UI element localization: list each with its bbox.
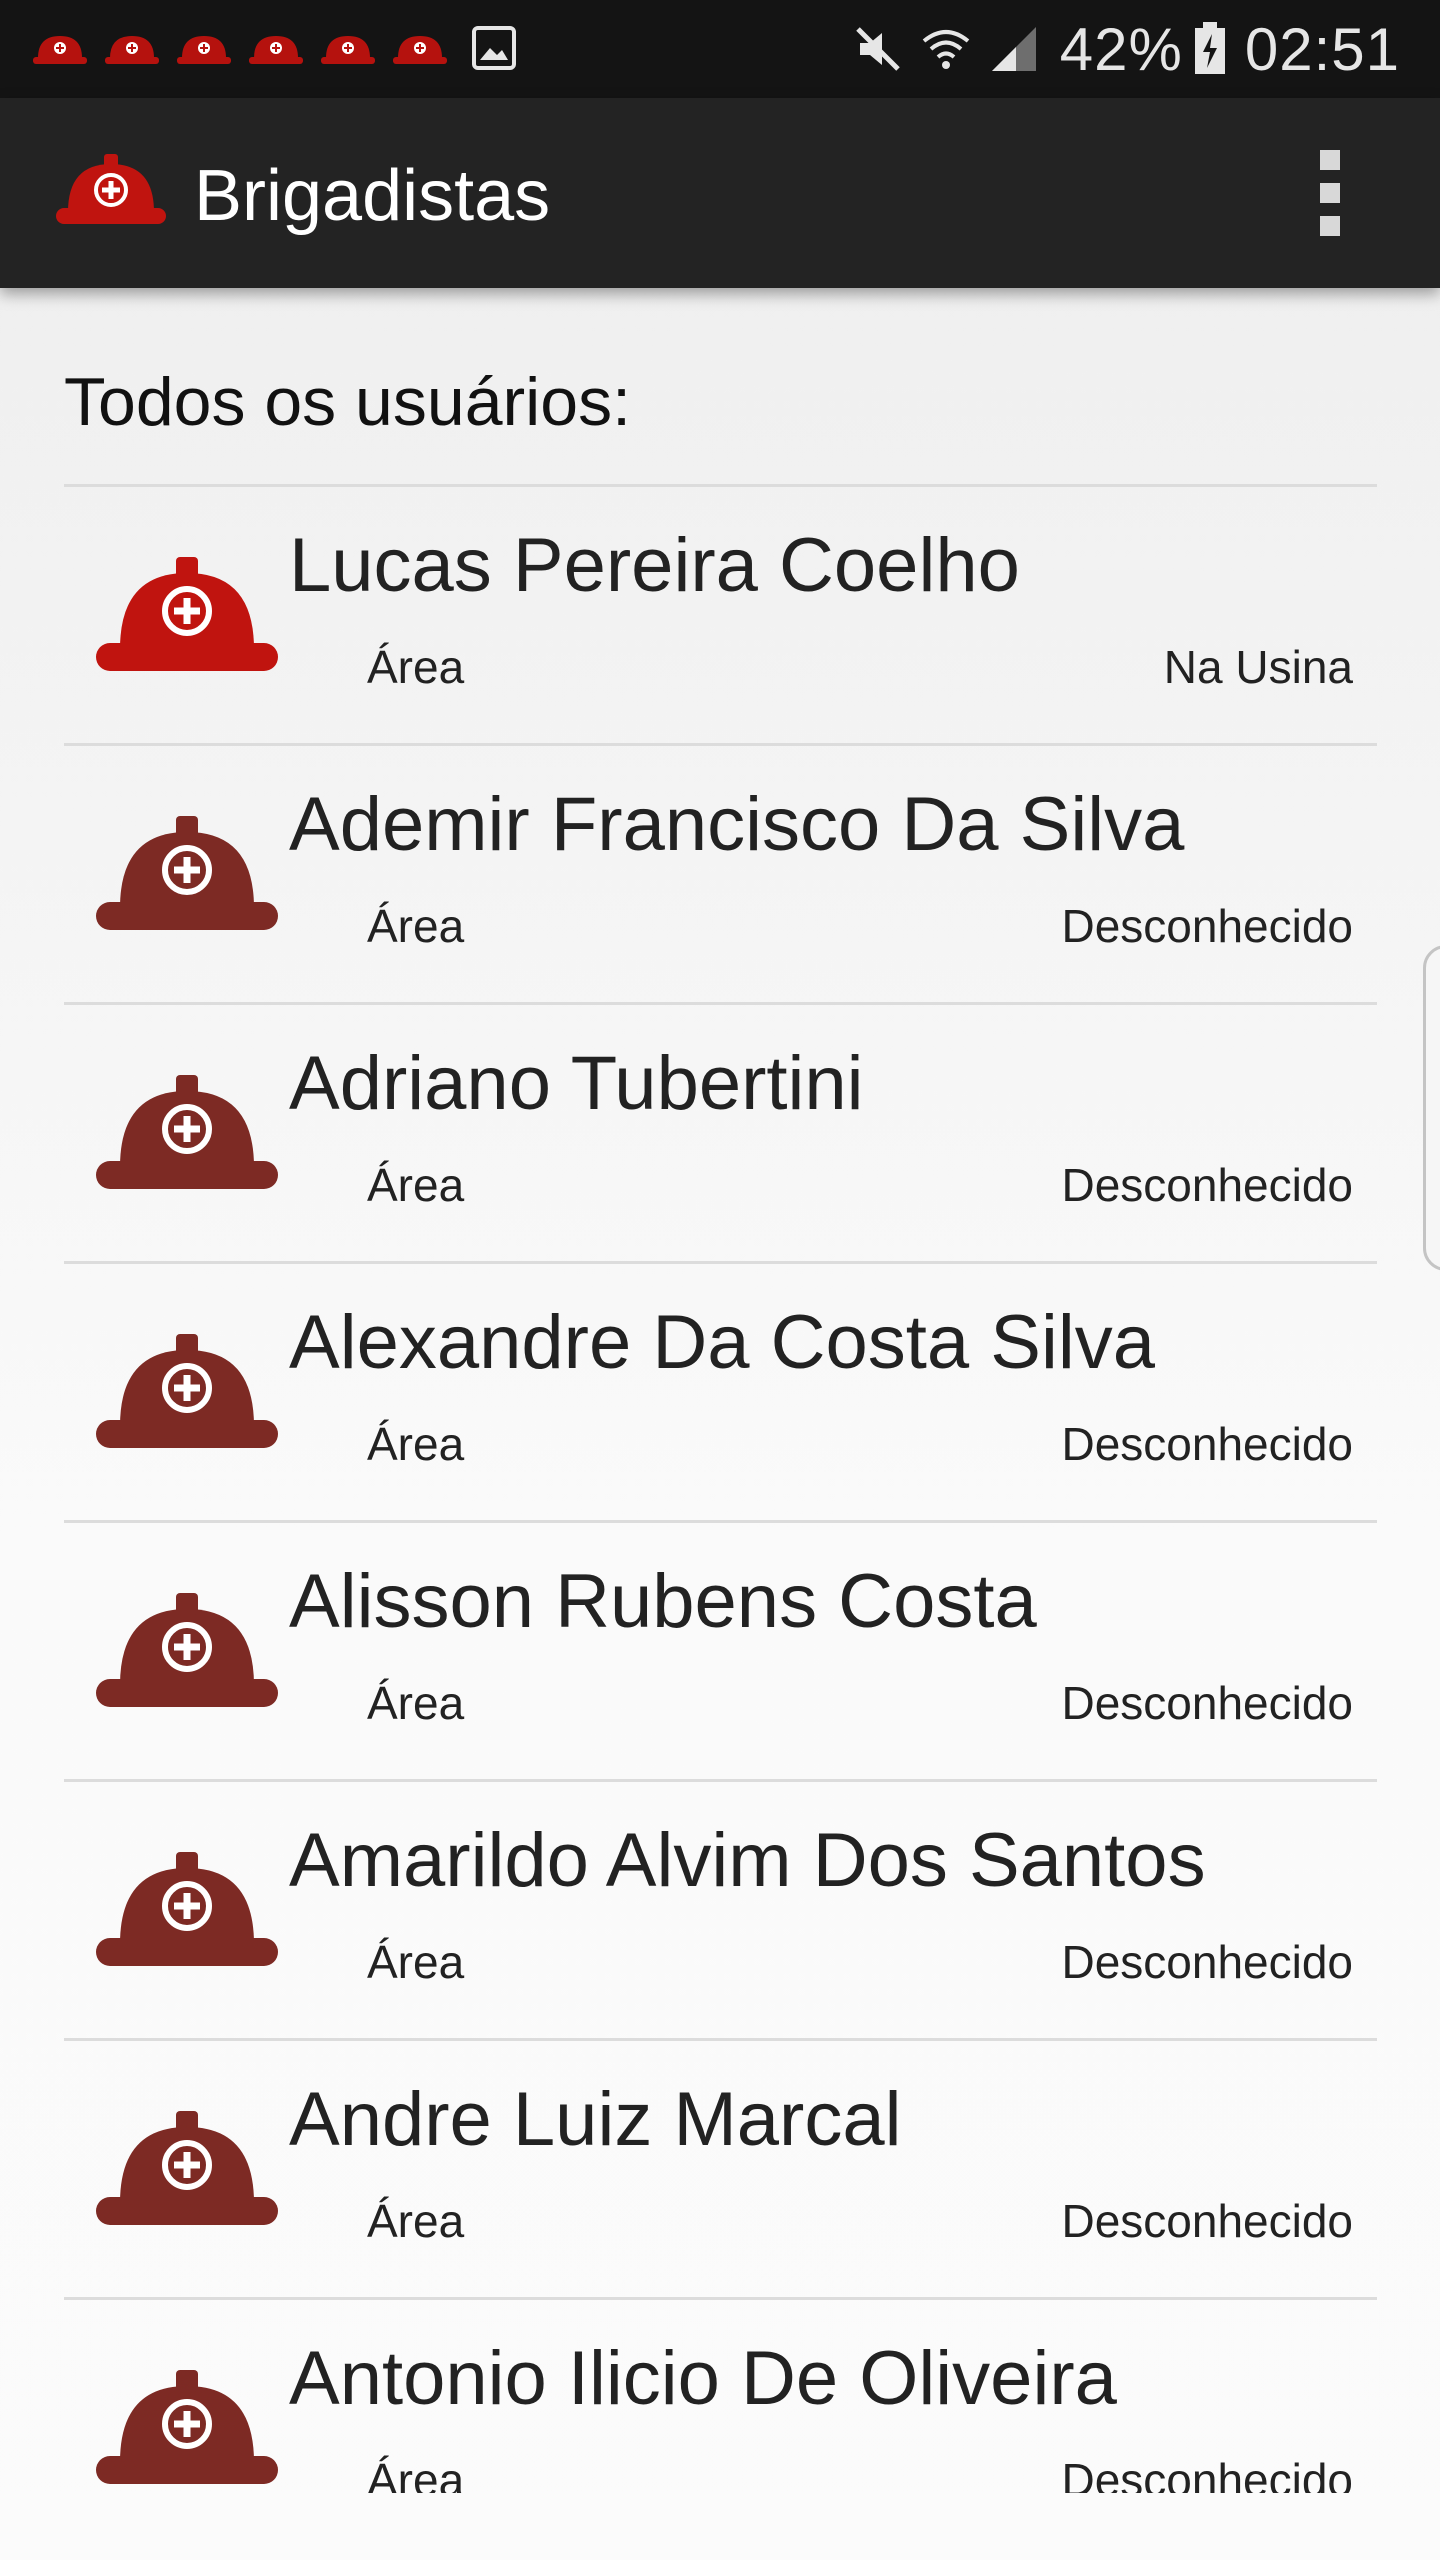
helmet-icon: [96, 1075, 278, 1189]
helmet-icon: [321, 36, 375, 64]
user-name: Lucas Pereira Coelho: [289, 523, 1020, 608]
battery-charging-icon: [1194, 22, 1225, 74]
status-label: Desconhecido: [1061, 1159, 1353, 1211]
list-item[interactable]: Adriano Tubertini Área Desconhecido: [64, 1005, 1377, 1264]
area-label: Área: [367, 2195, 465, 2247]
list-item[interactable]: Alisson Rubens Costa Área Desconhecido: [64, 1523, 1377, 1782]
list-item[interactable]: Ademir Francisco Da Silva Área Desconhec…: [64, 746, 1377, 1005]
helmet-icon[interactable]: [52, 150, 170, 236]
user-name: Adriano Tubertini: [289, 1041, 864, 1126]
helmet-icon: [96, 816, 278, 930]
status-label: Desconhecido: [1061, 900, 1353, 952]
helmet-icon: [177, 36, 231, 64]
status-label: Desconhecido: [1061, 1677, 1353, 1729]
status-label: Na Usina: [1163, 641, 1353, 693]
list-item[interactable]: Amarildo Alvim Dos Santos Área Desconhec…: [64, 1782, 1377, 2041]
area-label: Área: [367, 900, 465, 952]
list-item[interactable]: Andre Luiz Marcal Área Desconhecido: [64, 2041, 1377, 2300]
menu-dot: [1320, 216, 1340, 236]
overflow-menu-icon[interactable]: [1296, 150, 1364, 236]
user-name: Alexandre Da Costa Silva: [289, 1300, 1155, 1385]
list-bottom-edge: [0, 2493, 1440, 2560]
user-name: Ademir Francisco Da Silva: [289, 782, 1185, 867]
app-title: Brigadistas: [194, 156, 551, 236]
area-label: Área: [367, 1159, 465, 1211]
area-label: Área: [367, 1936, 465, 1988]
user-name: Andre Luiz Marcal: [289, 2077, 902, 2162]
helmet-icon: [249, 36, 303, 64]
user-name: Amarildo Alvim Dos Santos: [289, 1818, 1206, 1903]
helmet-icon: [96, 1593, 278, 1707]
notification-icons: [30, 18, 518, 78]
helmet-icon: [96, 2370, 278, 2484]
helmet-icon: [96, 557, 278, 671]
area-label: Área: [367, 1677, 465, 1729]
user-list: Lucas Pereira Coelho Área Na Usina Ademi…: [64, 484, 1377, 2559]
list-item[interactable]: Lucas Pereira Coelho Área Na Usina: [64, 487, 1377, 746]
menu-dot: [1320, 183, 1340, 203]
user-name: Alisson Rubens Costa: [289, 1559, 1037, 1644]
helmet-icon: [96, 1334, 278, 1448]
app-toolbar: Brigadistas: [0, 98, 1440, 288]
status-indicators: 42% 02:51: [838, 0, 1400, 98]
battery-percent: 42%: [1059, 15, 1183, 83]
menu-dot: [1320, 150, 1340, 170]
helmet-icon: [96, 2111, 278, 2225]
section-title: Todos os usuários:: [64, 364, 631, 440]
wifi-icon: [922, 30, 970, 69]
status-bar: 42% 02:51: [0, 0, 1440, 98]
clock: 02:51: [1244, 15, 1400, 83]
signal-icon: [991, 27, 1036, 71]
area-label: Área: [367, 641, 465, 693]
status-label: Desconhecido: [1061, 1418, 1353, 1470]
helmet-icon: [105, 36, 159, 64]
helmet-icon: [96, 1852, 278, 1966]
helmet-icon: [33, 36, 87, 64]
image-icon: [472, 26, 516, 70]
user-name: Antonio Ilicio De Oliveira: [289, 2336, 1117, 2421]
status-label: Desconhecido: [1061, 1936, 1353, 1988]
status-label: Desconhecido: [1061, 2195, 1353, 2247]
mute-icon: [855, 27, 900, 71]
list-item[interactable]: Alexandre Da Costa Silva Área Desconheci…: [64, 1264, 1377, 1523]
area-label: Área: [367, 1418, 465, 1470]
scroll-handle[interactable]: [1423, 945, 1440, 1271]
helmet-icon: [393, 36, 447, 64]
